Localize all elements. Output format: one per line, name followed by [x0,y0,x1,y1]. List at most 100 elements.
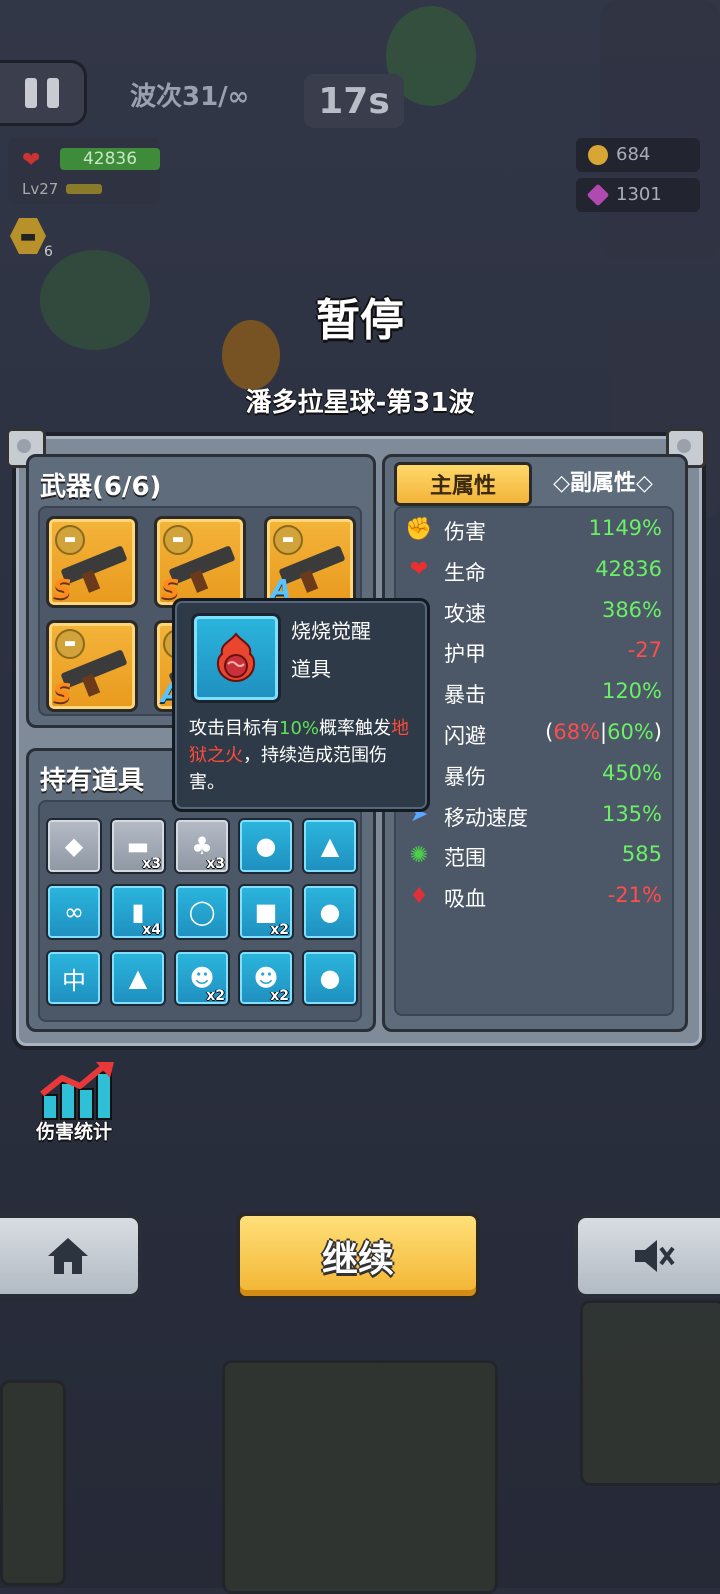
pistol-tag-icon: ▬ [55,525,85,555]
items-title: 持有道具 [40,766,145,796]
player-status: ❤ 42836 Lv27 [8,138,160,204]
stat-value: 120% [601,679,662,704]
stat-row: ⛨护甲-27 [404,634,662,670]
item-slot[interactable]: ▬ x3 [110,818,166,874]
damage-stats-button[interactable]: 伤害统计 [26,1060,122,1144]
item-slot[interactable]: 中 [46,950,102,1006]
pistol-tag-icon: ▬ [55,629,85,659]
stat-name: 伤害 [444,520,486,544]
stat-value: -21% [607,883,662,908]
gem-counter: 1301 [576,178,700,212]
tooltip-item-type: 道具 [291,657,331,681]
item-slot[interactable]: ◯ [174,884,230,940]
stat-name: 范围 [444,846,486,871]
fire-fruit-icon: ● [255,832,277,860]
pistol-tag-icon: ▬ [273,525,303,555]
tab-sub-attributes[interactable]: ◇副属性◇ [540,462,666,500]
wave-counter: 波次31/∞ [130,82,250,112]
green-gem-icon: ◆ [64,832,84,860]
golden-pig-icon: ● [319,964,341,992]
weapons-title: 武器(6/6) [40,472,162,502]
weapon-slot[interactable]: ▬A [264,516,356,608]
stat-row: ⚔攻速386% [404,594,662,630]
item-slot[interactable]: ▲ [110,950,166,1006]
gem-icon [586,183,610,207]
mute-button[interactable] [574,1214,720,1298]
item-slot[interactable]: ∞ [46,884,102,940]
ring-goggles-icon: ◯ [188,898,216,926]
mute-icon [635,1240,675,1272]
item-slot[interactable]: ☻ x2 [238,950,294,1006]
pause-title: 暂停 [316,295,404,346]
pistol-tag-icon: ▬ [163,525,193,555]
item-count: x2 [206,988,225,1004]
shark-fin-icon: ▲ [320,832,340,860]
stat-row: ✦暴伤450% [404,757,662,793]
weapon-slot[interactable]: ▬ S [46,620,138,712]
item-slot[interactable]: ● [238,818,294,874]
home-icon [48,1238,88,1274]
coin-icon [588,145,608,165]
mahjong-cards-icon: 中 [62,966,86,995]
item-slot[interactable]: ● [302,950,358,1006]
stat-value: 585 [621,842,662,867]
stat-row: ➤ 移动速度 135% [404,798,662,834]
background-crate [0,1380,66,1586]
heart-icon: ❤ [409,557,429,583]
item-slot[interactable]: ▲ [302,818,358,874]
continue-button[interactable]: 继续 [236,1212,480,1300]
background-tile [600,0,720,260]
stat-value-cap: 60% [607,720,654,744]
gold-counter: 684 [576,138,700,172]
item-count: x4 [142,922,161,938]
wave-timer: 17s [304,74,404,128]
stat-value-paren: ) [653,720,662,744]
weapon-rank: S [53,679,72,709]
gem-value: 1301 [616,184,662,205]
stat-value: 42836 [595,556,662,581]
item-slot[interactable]: ♣ x3 [174,818,230,874]
pause-button[interactable] [0,60,87,126]
item-slot[interactable]: ☻ x2 [174,950,230,1006]
item-slot[interactable]: ● [302,884,358,940]
home-button[interactable] [0,1214,142,1298]
stage-subtitle: 潘多拉星球-第31波 [245,388,475,418]
stat-row: ❤ 生命 42836 [404,553,662,589]
tooltip-description: 攻击目标有10%概率触发地狱之火，持续造成范围伤害。 [189,715,417,796]
stat-value: -27 [627,638,662,663]
pause-bar-icon [25,78,37,108]
xp-bar [66,184,102,194]
fist-icon: ✊ [405,516,433,542]
stat-row: ✹暴击120% [404,675,662,711]
stat-value: 1149% [588,516,662,540]
stat-value-current: 68% [553,720,601,744]
weapon-count: 6 [44,244,53,260]
damage-stats-label: 伤害统计 [35,1121,112,1143]
hp-bar: 42836 [60,148,160,170]
background-crate [222,1360,498,1594]
fire-fruit-icon [191,613,281,703]
trend-arrow-icon [40,1062,114,1097]
player-level: Lv27 [22,180,59,198]
desc-chance: 10% [279,718,320,739]
item-slot[interactable]: ■ x2 [238,884,294,940]
tab-main-attributes[interactable]: 主属性 [394,462,532,506]
item-count: x2 [270,988,289,1004]
bullet-icon: ▲ [128,964,148,992]
orange-fruit-icon: ● [319,898,341,926]
stat-name: 暴击 [444,683,486,708]
stat-row: ✊ 伤害 1149% [404,512,662,548]
stat-name: 生命 [444,560,486,585]
item-slot[interactable]: ▮ x4 [110,884,166,940]
item-slot[interactable]: ◆ [46,818,102,874]
weapon-slot[interactable]: ▬ S [154,516,246,608]
stat-row: ≋闪避(68%|60%) [404,716,662,752]
stat-row: ♦ 吸血 -21% [404,879,662,915]
goggles-icon: ∞ [64,898,84,926]
item-tooltip: 烧烧觉醒 道具 攻击目标有10%概率触发地狱之火，持续造成范围伤害。 [172,598,430,812]
range-icon: ✺ [409,842,429,868]
weapon-slot[interactable]: ▬ S [46,516,138,608]
stat-name: 护甲 [444,642,486,667]
fire-fruit-graphic [216,632,256,682]
item-count: x3 [206,856,225,872]
